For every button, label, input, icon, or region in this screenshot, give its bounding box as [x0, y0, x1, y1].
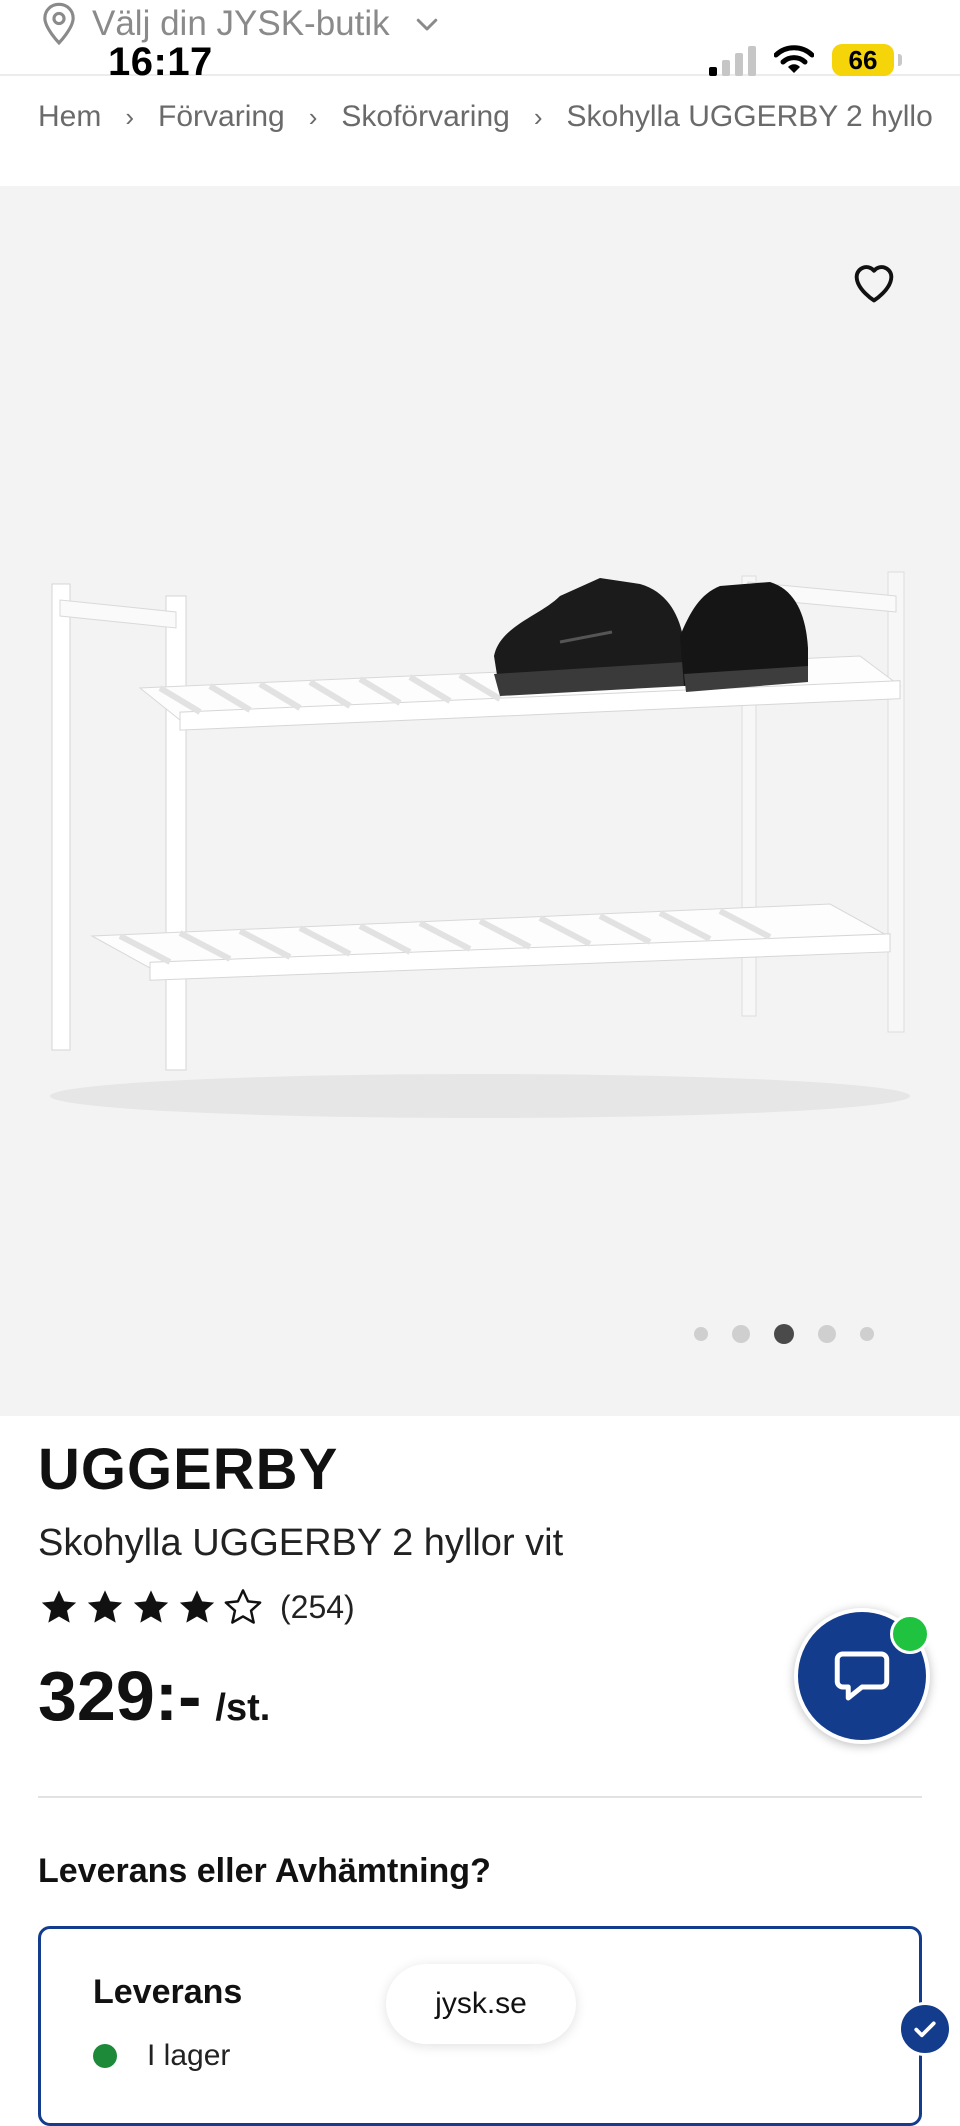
price-amount: 329:- [38, 1657, 202, 1735]
price-unit: /st. [215, 1687, 271, 1729]
selected-check-icon [898, 2002, 952, 2056]
star-filled-icon [133, 1590, 169, 1623]
delivery-heading: Leverans eller Avhämtning? [38, 1852, 491, 1890]
delivery-option-title: Leverans [93, 1973, 243, 2011]
pagination-dot-active[interactable] [774, 1324, 794, 1344]
heart-icon[interactable] [848, 256, 900, 308]
product-image [50, 571, 910, 1118]
chat-button[interactable] [794, 1608, 930, 1744]
top-bar: Välj din JYSK-butik 16:17 66 [0, 0, 960, 84]
in-stock-dot-icon [93, 2044, 117, 2068]
divider [38, 1796, 922, 1798]
wifi-icon [774, 45, 814, 73]
breadcrumb-separator: › [125, 101, 135, 132]
pagination-dot[interactable] [694, 1327, 708, 1341]
chevron-down-icon [416, 18, 437, 31]
chat-bubble-icon [834, 1651, 890, 1701]
review-count: (254) [280, 1588, 355, 1625]
breadcrumb-item-forvaring[interactable]: Förvaring [158, 100, 285, 134]
product-gallery[interactable] [0, 186, 960, 1416]
breadcrumb: Hem › Förvaring › Skoförvaring › Skohyll… [38, 100, 958, 134]
breadcrumb-item-hem[interactable]: Hem [38, 100, 101, 134]
checkmark-icon [914, 2021, 936, 2038]
breadcrumb-item-skoforvaring[interactable]: Skoförvaring [341, 100, 509, 134]
breadcrumb-separator: › [308, 101, 318, 132]
star-filled-icon [179, 1590, 215, 1623]
breadcrumb-separator: › [533, 101, 543, 132]
product-price: 329:- /st. [38, 1656, 270, 1736]
cellular-signal-icon [709, 44, 756, 76]
battery-indicator: 66 [832, 44, 902, 76]
status-time: 16:17 [108, 40, 213, 84]
star-filled-icon [41, 1590, 77, 1623]
stock-status: I lager [93, 2039, 230, 2073]
product-brand: UGGERBY [38, 1437, 339, 1502]
store-selector[interactable]: Välj din JYSK-butik [40, 2, 442, 46]
pagination-dot[interactable] [860, 1327, 874, 1341]
breadcrumb-item-current[interactable]: Skohylla UGGERBY 2 hyllo [567, 100, 933, 134]
stock-status-label: I lager [147, 2039, 231, 2072]
gallery-pagination [694, 1324, 874, 1344]
pagination-dot[interactable] [818, 1325, 836, 1343]
pagination-dot[interactable] [732, 1325, 750, 1343]
online-indicator [890, 1614, 930, 1654]
location-pin-icon [43, 2, 75, 46]
star-empty-icon [224, 1589, 262, 1624]
product-name: Skohylla UGGERBY 2 hyllor vit [38, 1522, 564, 1564]
status-icons: 66 [709, 44, 902, 76]
browser-url-pill[interactable]: jysk.se [386, 1964, 576, 2044]
product-rating[interactable]: (254) [38, 1586, 355, 1628]
star-filled-icon [87, 1590, 123, 1623]
store-selector-label: Välj din JYSK-butik [92, 4, 390, 43]
